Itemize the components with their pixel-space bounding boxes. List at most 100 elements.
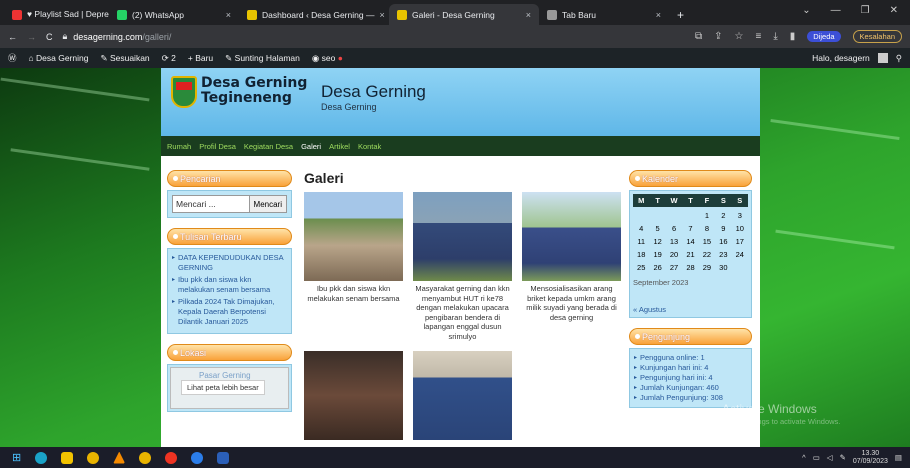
admin-site-link[interactable]: ⌂ Desa Gerning (29, 53, 89, 63)
tab-close-icon[interactable]: × (526, 10, 531, 20)
site-tagline: Desa Gerning (321, 102, 377, 112)
calendar-weekday: S (715, 194, 732, 207)
notification-icon[interactable]: ▤ (895, 453, 902, 462)
tray-pen-icon[interactable]: ✎ (840, 453, 846, 462)
nav-item-rumah[interactable]: Rumah (167, 142, 191, 151)
download-icon[interactable]: ⤓ (773, 31, 777, 42)
admin-seo-link[interactable]: ◉ seo ● (312, 53, 343, 64)
tab-close-icon[interactable]: × (379, 10, 384, 20)
share-icon[interactable]: ⇪ (714, 31, 722, 42)
calendar-day: 23 (719, 250, 728, 259)
calendar-day: 15 (702, 237, 712, 246)
nav-item-kegiatan-desa[interactable]: Kegiatan Desa (244, 142, 293, 151)
recent-post-link[interactable]: Pilkada 2024 Tak Dimajukan, Kepala Daera… (172, 297, 287, 327)
error-button[interactable]: Kesalahan (852, 30, 902, 43)
reload-icon[interactable]: C (46, 32, 53, 42)
admin-edit-link[interactable]: ✎ Sunting Halaman (225, 53, 300, 64)
recent-post-link[interactable]: DATA KEPENDUDUKAN DESA GERNING (172, 253, 287, 273)
back-icon[interactable]: ← (8, 32, 17, 42)
gallery-photo[interactable] (304, 192, 403, 281)
tab-title: (2) WhatsApp (132, 9, 184, 20)
browser-tab[interactable]: Tab Baru × (539, 4, 669, 25)
restore-icon[interactable]: ❐ (861, 5, 870, 16)
url-field[interactable]: 🔒︎ desagerning.com/galleri/ (63, 31, 686, 42)
gallery-item[interactable]: Masyarakat gerning dan kkn menyambut HUT… (413, 192, 512, 341)
chrome-2-icon[interactable] (139, 451, 152, 464)
install-icon[interactable]: ⧉ (695, 31, 702, 42)
tray-volume-icon[interactable]: ◁ (827, 453, 833, 462)
tab-title: Dashboard ‹ Desa Gerning — (262, 9, 375, 20)
visitor-stat: Pengunjung hari ini: 4 (634, 373, 747, 383)
admin-customize-link[interactable]: ✎ Sesuaikan (100, 53, 149, 64)
sidepanel-icon[interactable]: ▮ (790, 31, 796, 42)
map-embed[interactable]: Pasar Gerning Lihat peta lebih besar (170, 367, 289, 409)
word-icon[interactable] (217, 451, 230, 464)
calendar-prev-link[interactable]: « Agustus (633, 305, 748, 314)
admin-customize-label: Sesuaikan (109, 52, 150, 63)
browser-tab[interactable]: (2) WhatsApp × (109, 4, 239, 25)
gallery-item[interactable] (413, 351, 512, 443)
gallery-item[interactable]: Ibu pkk dan siswa kkn melakukan senam be… (304, 192, 403, 341)
dropdown-icon[interactable]: ⌄ (802, 5, 810, 16)
chrome-icon[interactable] (87, 451, 100, 464)
gallery-photo[interactable] (304, 351, 403, 440)
calendar-weekday: M (633, 194, 650, 207)
gallery-photo[interactable] (522, 192, 621, 281)
wordpress-icon[interactable]: Ⓦ (8, 52, 17, 64)
close-window-icon[interactable]: ✕ (890, 5, 898, 16)
chrome-3-icon[interactable] (191, 451, 204, 464)
site-container: Desa Gerning Tegineneng Desa Gerning Des… (161, 68, 760, 447)
calendar-day (682, 211, 698, 220)
browser-tab[interactable]: Galeri - Desa Gerning × (389, 4, 539, 25)
clock-time: 13.30 (861, 449, 880, 457)
site-brand[interactable]: Desa Gerning Tegineneng (201, 76, 307, 106)
minimize-icon[interactable]: — (831, 5, 841, 16)
browser-tab[interactable]: ♥ Playlist Sad | Depres ◀)× (4, 4, 109, 25)
admin-site-label: Desa Gerning (36, 53, 89, 63)
admin-new-label: Baru (195, 53, 214, 63)
admin-search-icon[interactable]: ⚲ (896, 53, 902, 64)
tab-close-icon[interactable]: × (656, 10, 661, 20)
calendar-day: 25 (637, 263, 646, 272)
map-label: Pasar Gerning (199, 371, 251, 380)
gallery-photo[interactable] (413, 351, 512, 440)
tab-favicon-icon (12, 9, 22, 20)
search-input[interactable]: Mencari ... (173, 199, 249, 209)
larger-map-button[interactable]: Lihat peta lebih besar (181, 380, 265, 395)
nav-item-artikel[interactable]: Artikel (329, 142, 350, 151)
tab-close-icon[interactable]: × (226, 10, 231, 20)
admin-new-link[interactable]: + Baru (188, 53, 213, 63)
tray-chevron-icon[interactable]: ^ (802, 453, 806, 462)
search-widget-title: Pencarian (167, 170, 292, 187)
search-widget: Mencari ... Mencari (167, 190, 292, 218)
nav-item-kontak[interactable]: Kontak (358, 142, 381, 151)
tab-favicon-icon (247, 9, 257, 20)
calendar-day: 29 (702, 263, 712, 272)
system-clock[interactable]: 13.30 07/09/2023 (853, 450, 888, 466)
admin-greeting[interactable]: Halo, desagern (812, 53, 870, 63)
vlc-icon[interactable] (113, 451, 126, 464)
recent-post-link[interactable]: Ibu pkk dan siswa kkn melakukan senam be… (172, 275, 287, 295)
tray-network-icon[interactable]: ▭ (813, 453, 820, 462)
nav-item-profil-desa[interactable]: Profil Desa (199, 142, 236, 151)
reading-list-icon[interactable]: ≡ (756, 31, 762, 42)
browser-tab[interactable]: Dashboard ‹ Desa Gerning — × (239, 4, 389, 25)
forward-icon[interactable]: → (27, 32, 36, 42)
gallery-item[interactable]: Mensosialisasikan arang briket kepada um… (522, 192, 621, 341)
gallery-item[interactable] (304, 351, 403, 443)
opera-icon[interactable] (165, 451, 178, 464)
nav-item-galeri[interactable]: Galeri (301, 142, 321, 151)
search-button[interactable]: Mencari (248, 196, 286, 212)
admin-updates-link[interactable]: ⟳ 2 (162, 53, 176, 64)
site-title[interactable]: Desa Gerning (321, 82, 426, 102)
site-logo[interactable] (171, 76, 197, 108)
star-icon[interactable]: ☆ (735, 31, 744, 42)
gallery-photo[interactable] (413, 192, 512, 281)
edge-icon[interactable] (35, 451, 48, 464)
admin-avatar[interactable] (877, 53, 888, 63)
file-explorer-icon[interactable] (61, 451, 74, 464)
profile-button[interactable]: Dijeda (807, 31, 841, 42)
gallery-caption: Ibu pkk dan siswa kkn melakukan senam be… (307, 284, 400, 303)
new-tab-button[interactable]: + (669, 4, 692, 25)
windows-start-icon[interactable]: ⊞ (12, 451, 21, 464)
